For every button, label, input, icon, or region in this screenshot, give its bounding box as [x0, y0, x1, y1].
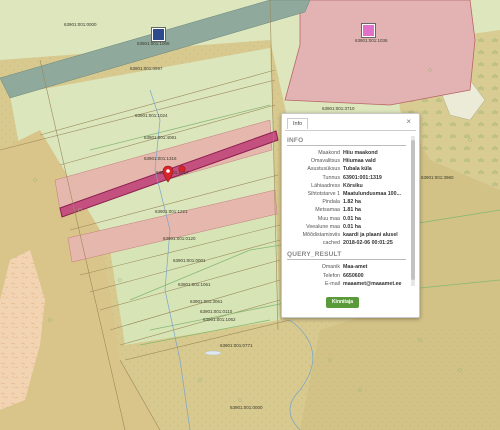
- attribute-row: Mõõdistamisviis kaardi ja plaani alusel: [287, 231, 406, 239]
- parcel-label: 63901:001:3960: [421, 175, 454, 180]
- attribute-key: Mõõdistamisviis: [302, 232, 340, 239]
- popup-scrollbar[interactable]: [411, 136, 415, 286]
- parcel-label: 63901:001:0000: [230, 405, 263, 410]
- popup-content: INFO Maakond Hiiu maakond Omavalitsus Hiium…: [287, 135, 406, 288]
- parcel-label: 63901:001:0001: [173, 258, 206, 263]
- attribute-value: 0.01 ha: [343, 215, 361, 222]
- attribute-row: Omavalitsus Hiiumaa vald: [287, 157, 406, 165]
- attribute-key: Omavalitsus: [310, 158, 340, 165]
- tab-info[interactable]: Info: [287, 118, 309, 129]
- attribute-value: 63901:001:1319: [343, 174, 382, 181]
- attribute-value: 6650600: [343, 272, 364, 279]
- attribute-key: Sihtotstarve 1: [307, 191, 340, 198]
- info-section-title: INFO: [287, 137, 406, 146]
- attribute-row: E-mail maaamet@maaamet.ee: [287, 280, 406, 288]
- attribute-row: Metsamaa 1.81 ha: [287, 206, 406, 214]
- attribute-row: Veealune maa 0.01 ha: [287, 223, 406, 231]
- attribute-key: Tunnus: [322, 174, 340, 181]
- attribute-key: cached: [322, 240, 340, 247]
- attribute-row: Asustusüksus Tubala küla: [287, 165, 406, 173]
- parcel-label: 63901:001:1024: [135, 113, 168, 118]
- attribute-key: Lähiaadress: [311, 182, 340, 189]
- attribute-row: Maakond Hiiu maakond: [287, 149, 406, 157]
- kinnitaja-button[interactable]: Kinnitaja: [326, 297, 359, 308]
- attribute-value: maaamet@maaamet.ee: [343, 280, 402, 287]
- location-pin-icon[interactable]: [162, 164, 188, 184]
- attribute-value: 0.01 ha: [343, 223, 361, 230]
- parcel-label: 63901:001:4081: [144, 135, 177, 140]
- query-section-title: QUERY_RESULT: [287, 251, 406, 261]
- pink-square-marker-icon[interactable]: [362, 24, 375, 37]
- attribute-key: Maakond: [318, 150, 340, 156]
- pin-dot-icon: [178, 165, 186, 173]
- attribute-value: Maatulundusmaa 100...: [343, 191, 401, 198]
- attribute-key: Asustusüksus: [307, 166, 340, 173]
- parcel-label: 63901:001:1316: [144, 156, 177, 161]
- attribute-row: Pindala 1.82 ha: [287, 198, 406, 206]
- close-icon[interactable]: ×: [406, 117, 411, 126]
- attribute-key: Pindala: [322, 199, 340, 206]
- parcel-label: 63901:001:0000: [64, 22, 97, 27]
- attribute-value: Hiiumaa vald: [343, 158, 376, 165]
- pond: [204, 350, 222, 356]
- parcel-label: 63901:001:0120: [163, 236, 196, 241]
- attribute-value: Hiiu maakond: [343, 150, 378, 156]
- attribute-row: Tunnus 63901:001:1319: [287, 174, 406, 182]
- attribute-value: 1.82 ha: [343, 199, 361, 206]
- attribute-row: Telefon 6650600: [287, 272, 406, 280]
- attribute-row: Lähiaadress Kõrsiku: [287, 182, 406, 190]
- parcel-label: 63901:001:0997: [130, 66, 163, 71]
- attribute-key: E-mail: [324, 280, 340, 287]
- attribute-row: cached 2018-02-06 00:01:25: [287, 239, 406, 247]
- attribute-key: Veealune maa: [306, 223, 340, 230]
- attribute-value: Tubala küla: [343, 166, 372, 173]
- map-canvas[interactable]: [0, 0, 500, 430]
- parcel-label: 63901:001:3061: [190, 299, 223, 304]
- attribute-row: Muu maa 0.01 ha: [287, 215, 406, 223]
- parcel-label: 63901:001:0110: [200, 309, 233, 314]
- attribute-value: 2018-02-06 00:01:25: [343, 240, 393, 247]
- parcel-label: 63901:001:1036: [355, 38, 388, 43]
- tab-divider: [285, 130, 416, 131]
- attribute-value: 1.81 ha: [343, 207, 361, 214]
- info-popup: Info × INFO Maakond Hiiu maakond Omavalits…: [281, 113, 420, 318]
- parcel-label: 63901:001:3710: [322, 106, 355, 111]
- attribute-value: kaardi ja plaani alusel: [343, 232, 398, 239]
- attribute-key: Muu maa: [317, 215, 340, 222]
- attribute-row: Sihtotstarve 1 Maatulundusmaa 100...: [287, 190, 406, 198]
- attribute-key: Telefon: [322, 272, 340, 279]
- attribute-key: Omanik: [321, 264, 340, 271]
- blue-square-marker-icon[interactable]: [152, 28, 165, 41]
- highlighted-parcel[interactable]: [284, 0, 476, 106]
- parcel-label: 63901:001:1006: [137, 41, 170, 46]
- parcel-label: 63901:001:1061: [178, 282, 211, 287]
- attribute-value: Kõrsiku: [343, 182, 363, 189]
- attribute-value: Maa-amet: [343, 264, 368, 271]
- attribute-key: Metsamaa: [315, 207, 340, 214]
- parcel-label: 63901:001:0771: [220, 343, 253, 348]
- parcel-label: 63901:001:1221: [155, 209, 188, 214]
- attribute-row: Omanik Maa-amet: [287, 263, 406, 271]
- scrollbar-thumb[interactable]: [411, 140, 415, 280]
- parcel-label: 63901:001:1062: [203, 317, 236, 322]
